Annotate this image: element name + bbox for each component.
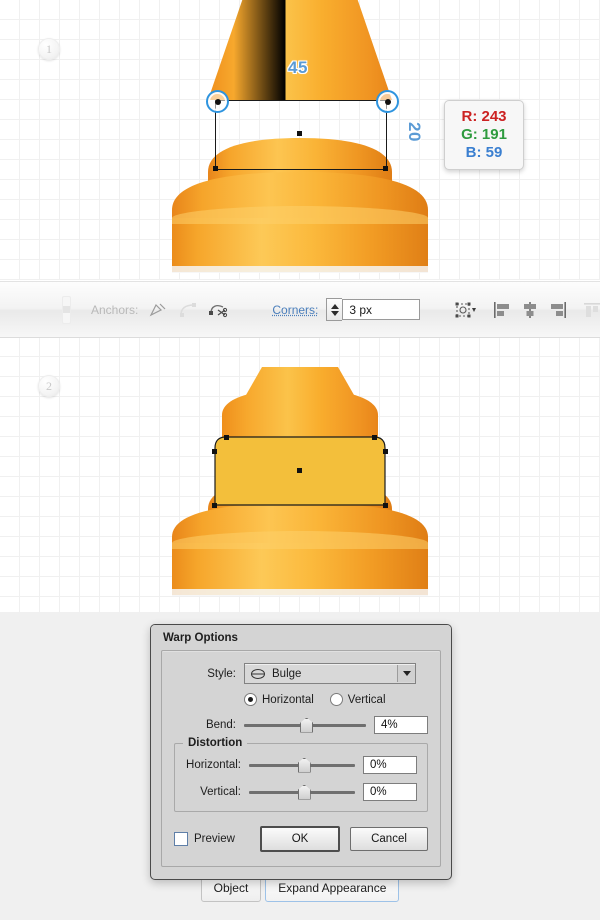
align-right-icon[interactable] [548,298,568,322]
anchor-point-bottom-left[interactable] [213,166,218,171]
distortion-vertical-row: Vertical: 0% [185,783,417,801]
bend-row: Bend: 4% [174,716,428,734]
anchors-label: Anchors: [91,302,139,317]
style-dropdown[interactable]: Bulge [244,663,416,684]
preview-checkbox[interactable]: Preview [174,832,235,846]
anchor-point-right-upper[interactable] [383,449,388,454]
radio-vertical[interactable]: Vertical [329,693,386,706]
radio-horizontal-label: Horizontal [262,693,314,706]
anchor-point-top-right[interactable] [372,435,377,440]
corner-widget-top-right[interactable] [376,90,399,113]
distortion-horizontal-field[interactable]: 0% [363,756,417,774]
dialog-button-row: Preview OK Cancel [174,826,428,852]
step-badge-1: 1 [38,38,60,60]
warp-options-dialog[interactable]: Warp Options Style: Bulge Horizontal Ver… [150,624,452,880]
dialog-title: Warp Options [151,625,451,650]
anchor-point-bottom-right[interactable] [383,166,388,171]
smooth-anchor-point-icon [178,298,198,322]
distortion-horizontal-row: Horizontal: 0% [185,756,417,774]
align-center-horizontal-icon[interactable] [520,298,540,322]
distortion-group-title: Distortion [183,737,248,749]
style-value: Bulge [272,667,302,680]
rgb-blue-value: B: 59 [465,144,503,161]
corners-label[interactable]: Corners: [272,303,318,317]
rgb-color-tooltip: R: 243 G: 191 B: 59 [444,100,524,170]
cut-path-at-anchor-icon[interactable] [208,298,228,322]
control-bar[interactable]: Anchors: Corners: [0,281,600,338]
bend-value-field[interactable]: 4% [374,716,428,734]
step-badge-2: 2 [38,375,60,397]
shape-center-point [297,131,302,136]
preview-checkbox-box [174,832,188,846]
ok-button[interactable]: OK [260,826,340,852]
corners-radius-input[interactable] [342,299,421,320]
radio-vertical-label: Vertical [347,693,386,706]
distortion-horizontal-label: Horizontal: [186,759,241,771]
rgb-red-value: R: 243 [461,108,507,125]
height-measurement-label: 20 [404,122,424,142]
align-top-icon [582,298,600,322]
preview-label: Preview [194,833,235,845]
orientation-radio-group[interactable]: Horizontal Vertical [244,693,428,706]
bend-slider-knob[interactable] [300,717,314,733]
bend-label: Bend: [205,719,236,731]
anchor-point-top-left[interactable] [224,435,229,440]
radio-horizontal[interactable]: Horizontal [244,693,314,706]
cancel-button[interactable]: Cancel [350,827,428,851]
anchor-point-bottom-left-2[interactable] [212,503,217,508]
style-label: Style: [207,667,236,680]
dialog-body: Style: Bulge Horizontal Vertical Bend: 4… [161,650,441,867]
fill-swatch-ghost[interactable] [62,295,71,324]
anchor-point-left-upper[interactable] [212,449,217,454]
distortion-vertical-label: Vertical: [200,786,241,798]
artboard-step-2: 2 [0,337,600,612]
chevron-down-icon[interactable] [397,665,415,682]
anchor-point-bottom-right-2[interactable] [383,503,388,508]
bend-slider[interactable] [244,717,366,733]
width-measurement-label: 45 [288,58,308,77]
distortion-horizontal-slider[interactable] [249,757,355,773]
distortion-vertical-slider[interactable] [249,784,355,800]
style-row: Style: Bulge [174,663,428,684]
convert-anchor-point-icon[interactable] [148,298,168,322]
distortion-vertical-field[interactable]: 0% [363,783,417,801]
bulge-glyph-icon [251,668,265,679]
radio-horizontal-dot [244,693,257,706]
align-left-icon[interactable] [492,298,512,322]
artboard-step-1: 45 20 1 R: 243 G: 191 B: 59 [0,0,600,280]
corner-widget-top-left[interactable] [206,90,229,113]
stepper-arrows[interactable] [326,298,343,321]
dist-v-knob[interactable] [297,784,311,800]
shape-center-point-2 [297,468,302,473]
show-handles-icon[interactable] [454,298,477,322]
dist-h-knob[interactable] [297,757,311,773]
rgb-green-value: G: 191 [461,126,507,143]
radio-vertical-dot [329,693,343,706]
corners-radius-stepper[interactable] [326,298,421,321]
distortion-group: Distortion Horizontal: 0% Vertical: 0% [174,737,428,812]
